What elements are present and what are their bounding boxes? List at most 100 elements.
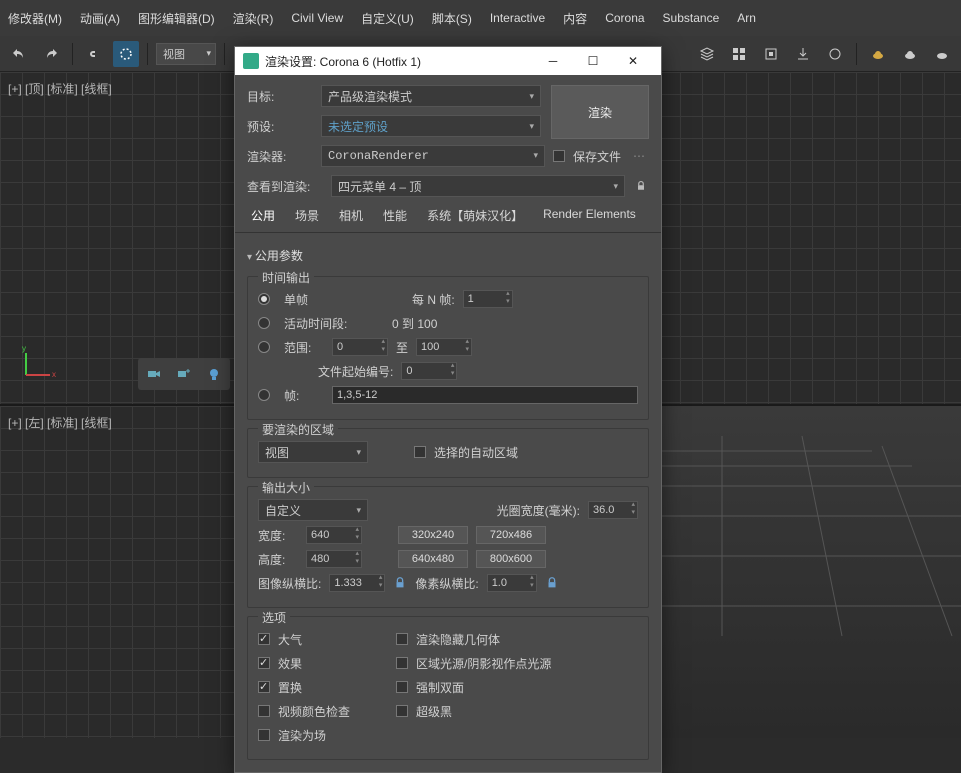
single-frame-radio[interactable]: [258, 293, 270, 305]
range-from-spinner[interactable]: 0: [332, 338, 388, 356]
select-icon[interactable]: [113, 41, 139, 67]
menu-item[interactable]: Substance: [663, 11, 720, 25]
pixel-lock-icon[interactable]: [545, 576, 559, 590]
single-frame-label: 单帧: [284, 291, 404, 308]
teapot-icon[interactable]: [897, 41, 923, 67]
image-aspect-spinner[interactable]: 1.333: [329, 574, 385, 592]
minimize-button[interactable]: ─: [533, 47, 573, 75]
auto-region-checkbox[interactable]: [414, 446, 426, 458]
camera-icon[interactable]: [142, 362, 166, 386]
tool-icon[interactable]: [822, 41, 848, 67]
group-title: 输出大小: [258, 479, 314, 496]
preset-800x600-button[interactable]: 800x600: [476, 550, 546, 568]
aperture-spinner[interactable]: 36.0: [588, 501, 638, 519]
tab-bar: 公用 场景 相机 性能 系统【萌妹汉化】 Render Elements: [235, 205, 661, 233]
hidden-geo-checkbox[interactable]: [396, 633, 408, 645]
tab-common[interactable]: 公用: [247, 205, 279, 226]
render-field-checkbox[interactable]: [258, 729, 270, 741]
menu-item[interactable]: 内容: [563, 10, 587, 27]
close-button[interactable]: ✕: [613, 47, 653, 75]
render-button[interactable]: 渲染: [551, 85, 649, 139]
redo-icon[interactable]: [38, 41, 64, 67]
area-dropdown[interactable]: 视图: [258, 441, 368, 463]
teapot-icon[interactable]: [865, 41, 891, 67]
displacement-checkbox[interactable]: [258, 681, 270, 693]
tab-scene[interactable]: 场景: [291, 205, 323, 226]
tab-system[interactable]: 系统【萌妹汉化】: [423, 205, 527, 226]
common-params-rollout[interactable]: 公用参数: [247, 243, 649, 268]
separator: [72, 43, 73, 65]
file-start-spinner[interactable]: 0: [401, 362, 457, 380]
superblack-checkbox[interactable]: [396, 705, 408, 717]
area-to-render-group: 要渲染的区域 视图 选择的自动区域: [247, 428, 649, 478]
menu-item[interactable]: Arn: [737, 11, 756, 25]
two-sided-checkbox[interactable]: [396, 681, 408, 693]
menu-item[interactable]: 脚本(S): [432, 10, 472, 27]
menu-item[interactable]: Interactive: [490, 11, 545, 25]
viewto-dropdown[interactable]: 四元菜单 4 – 顶: [331, 175, 625, 197]
tab-performance[interactable]: 性能: [379, 205, 411, 226]
menu-item[interactable]: 自定义(U): [361, 10, 414, 27]
height-label: 高度:: [258, 551, 298, 568]
height-spinner[interactable]: 480: [306, 550, 362, 568]
menu-item[interactable]: Corona: [605, 11, 644, 25]
width-label: 宽度:: [258, 527, 298, 544]
dialog-icon: [243, 53, 259, 69]
viewport-label[interactable]: [+] [顶] [标准] [线框]: [8, 80, 112, 97]
view-mode-dropdown[interactable]: 视图: [156, 43, 216, 65]
output-preset-dropdown[interactable]: 自定义: [258, 499, 368, 521]
save-file-label: 保存文件: [573, 148, 621, 165]
menu-item[interactable]: 图形编辑器(D): [138, 10, 215, 27]
range-label: 范围:: [284, 339, 324, 356]
active-range-radio[interactable]: [258, 317, 270, 329]
video-check-label: 视频颜色检查: [278, 703, 388, 720]
viewport-label[interactable]: [+] [左] [标准] [线框]: [8, 414, 112, 431]
grid-icon[interactable]: [726, 41, 752, 67]
atmosphere-label: 大气: [278, 631, 388, 648]
preset-dropdown[interactable]: 未选定预设: [321, 115, 541, 137]
group-title: 时间输出: [258, 269, 314, 286]
preset-320x240-button[interactable]: 320x240: [398, 526, 468, 544]
menu-item[interactable]: Civil View: [291, 11, 343, 25]
undo-icon[interactable]: [6, 41, 32, 67]
renderer-dropdown[interactable]: CoronaRenderer: [321, 145, 545, 167]
layer-icon[interactable]: [694, 41, 720, 67]
image-aspect-label: 图像纵横比:: [258, 575, 321, 592]
download-icon[interactable]: [790, 41, 816, 67]
axis-gizmo: yx: [18, 343, 58, 386]
dialog-titlebar[interactable]: 渲染设置: Corona 6 (Hotfix 1) ─ ☐ ✕: [235, 47, 661, 75]
preset-640x480-button[interactable]: 640x480: [398, 550, 468, 568]
frames-input[interactable]: 1,3,5-12: [332, 386, 638, 404]
bulb-icon[interactable]: [202, 362, 226, 386]
camera-plus-icon[interactable]: [172, 362, 196, 386]
dialog-body: 目标: 产品级渲染模式 预设: 未选定预设 渲染 渲染器: CoronaRend…: [235, 75, 661, 772]
frames-radio[interactable]: [258, 389, 270, 401]
link-icon[interactable]: [81, 41, 107, 67]
tab-camera[interactable]: 相机: [335, 205, 367, 226]
range-radio[interactable]: [258, 341, 270, 353]
preset-720x486-button[interactable]: 720x486: [476, 526, 546, 544]
effects-checkbox[interactable]: [258, 657, 270, 669]
maximize-button[interactable]: ☐: [573, 47, 613, 75]
lock-icon[interactable]: [633, 176, 649, 196]
save-file-checkbox[interactable]: [553, 150, 565, 162]
target-dropdown[interactable]: 产品级渲染模式: [321, 85, 541, 107]
teapot-icon[interactable]: [929, 41, 955, 67]
video-check-checkbox[interactable]: [258, 705, 270, 717]
pixel-aspect-spinner[interactable]: 1.0: [487, 574, 537, 592]
separator: [147, 43, 148, 65]
atmosphere-checkbox[interactable]: [258, 633, 270, 645]
separator: [224, 43, 225, 65]
tool-icon[interactable]: [758, 41, 784, 67]
menu-item[interactable]: 修改器(M): [8, 10, 62, 27]
width-spinner[interactable]: 640: [306, 526, 362, 544]
tab-render-elements[interactable]: Render Elements: [539, 205, 640, 226]
menu-item[interactable]: 渲染(R): [233, 10, 274, 27]
more-icon[interactable]: ⋯: [629, 149, 649, 163]
area-light-checkbox[interactable]: [396, 657, 408, 669]
menu-item[interactable]: 动画(A): [80, 10, 120, 27]
aspect-lock-icon[interactable]: [393, 576, 407, 590]
every-n-spinner[interactable]: 1: [463, 290, 513, 308]
output-size-group: 输出大小 自定义 光圈宽度(毫米): 36.0 宽度: 640 320x240 …: [247, 486, 649, 608]
range-to-spinner[interactable]: 100: [416, 338, 472, 356]
